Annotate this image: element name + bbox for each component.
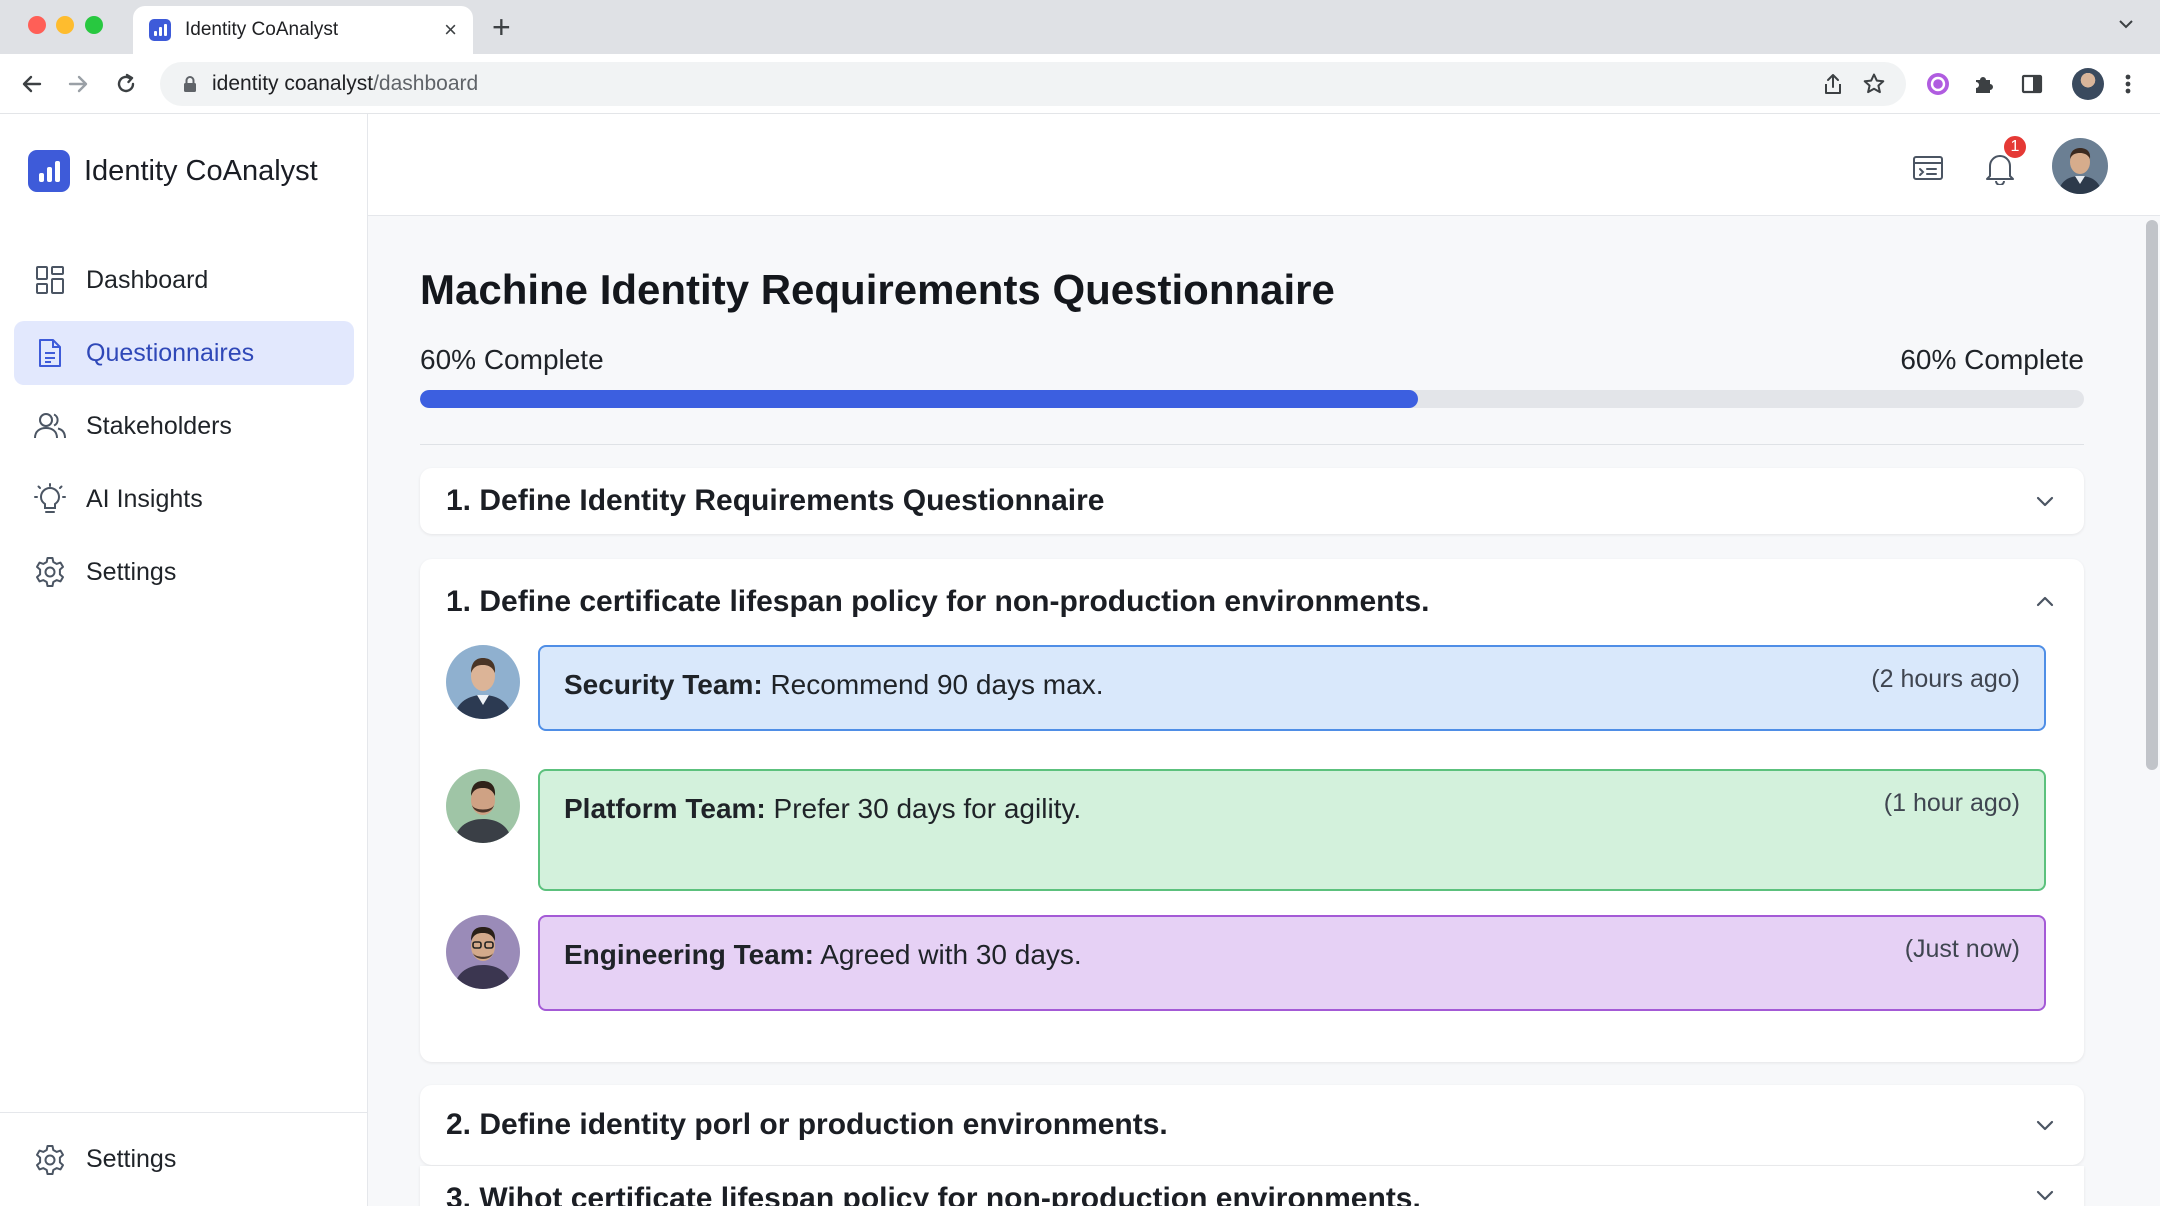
puzzle-extension-icon[interactable] [1968, 68, 2000, 100]
sidebar-footer-settings[interactable]: Settings [0, 1112, 367, 1206]
avatar-platform-team [446, 769, 520, 843]
tab-title: Identity CoAnalyst [185, 19, 339, 40]
section-title: 2. Define identity porl or production en… [446, 1108, 1168, 1141]
comment-bubble-platform: Platform Team: Prefer 30 days for agilit… [538, 769, 2046, 891]
section-panel: 2. Define identity porl or production en… [420, 1085, 2084, 1165]
sidebar-item-ai-insights[interactable]: AI Insights [14, 467, 354, 531]
section-header[interactable]: 1. Define certificate lifespan policy fo… [420, 559, 2084, 645]
grid-icon [34, 264, 66, 296]
comment-item: Platform Team: Prefer 30 days for agilit… [446, 769, 2046, 891]
brand-name: Identity CoAnalyst [84, 154, 318, 187]
bar-chart-icon [149, 19, 171, 41]
extension-circle-icon[interactable] [1922, 68, 1954, 100]
sidebar-item-label: AI Insights [86, 484, 203, 513]
sidebar-item-dashboard[interactable]: Dashboard [14, 248, 354, 312]
section-header[interactable]: 1. Define Identity Requirements Question… [420, 468, 2084, 534]
browser-profile-avatar[interactable] [2072, 68, 2104, 100]
new-tab-button[interactable]: + [492, 10, 511, 44]
chevron-up-icon[interactable] [2032, 589, 2058, 615]
comment-timestamp: (1 hour ago) [1883, 789, 2020, 817]
comment-timestamp: (Just now) [1904, 935, 2020, 963]
bookmark-star-icon[interactable] [1862, 72, 1886, 96]
section-header[interactable]: 3. Wihot certificate lifespan policy for… [420, 1166, 2084, 1206]
sidebar-item-stakeholders[interactable]: Stakeholders [14, 394, 354, 458]
sidebar-item-label: Settings [86, 557, 177, 586]
sidebar-item-label: Dashboard [86, 265, 209, 294]
gear-icon [34, 556, 66, 588]
notification-badge: 1 [2002, 134, 2028, 160]
window-zoom-button[interactable] [85, 16, 103, 34]
comment-bubble-security: Security Team: Recommend 90 days max. (2… [538, 645, 2046, 731]
close-icon[interactable]: × [444, 17, 457, 43]
sidebar-item-label: Questionnaires [86, 338, 255, 367]
comment-text: Agreed with 30 days. [813, 939, 1082, 970]
logo-bar-chart-icon [28, 150, 70, 192]
lock-icon [182, 75, 198, 93]
comment-text: Prefer 30 days for agility. [765, 793, 1082, 824]
share-icon[interactable] [1822, 72, 1844, 96]
brand[interactable]: Identity CoAnalyst [28, 150, 318, 192]
avatar-security-team [446, 645, 520, 719]
side-panel-icon[interactable] [2016, 68, 2048, 100]
browser-toolbar: identity coanalyst/dashboard [0, 54, 2160, 114]
main-content: Machine Identity Requirements Questionna… [368, 216, 2160, 1206]
progress-label-left: 60% Complete [420, 344, 604, 375]
chevron-down-icon[interactable] [2116, 14, 2136, 34]
address-bar[interactable]: identity coanalyst/dashboard [160, 62, 1906, 106]
sidebar-item-label: Stakeholders [86, 411, 232, 440]
section-header[interactable]: 2. Define identity porl or production en… [420, 1085, 2084, 1165]
sidebar-footer-label: Settings [86, 1145, 177, 1173]
users-icon [34, 410, 66, 442]
page-title: Machine Identity Requirements Questionna… [420, 266, 1335, 313]
comment-team: Security Team: [564, 669, 763, 700]
reload-icon[interactable] [110, 68, 142, 100]
gear-icon [34, 1144, 66, 1176]
sidebar-item-questionnaires[interactable]: Questionnaires [14, 321, 354, 385]
lightbulb-icon [34, 483, 66, 515]
progress-label-right: 60% Complete [1900, 344, 2084, 375]
comment-text: Recommend 90 days max. [762, 669, 1104, 700]
browser-tab[interactable]: Identity CoAnalyst × [133, 6, 473, 54]
sidebar-item-settings[interactable]: Settings [14, 540, 354, 604]
progress-bar [420, 390, 2084, 408]
scrollbar-thumb[interactable] [2146, 220, 2158, 770]
progress-bar-fill [420, 390, 1419, 408]
section-title: 1. Define Identity Requirements Question… [446, 484, 1105, 517]
back-arrow-icon[interactable] [16, 68, 48, 100]
window-close-button[interactable] [28, 16, 46, 34]
chevron-down-icon[interactable] [2032, 1112, 2058, 1138]
comment-bubble-engineering: Engineering Team: Agreed with 30 days. (… [538, 915, 2046, 1011]
comment-team: Engineering Team: [564, 939, 814, 970]
comment-item: Security Team: Recommend 90 days max. (2… [446, 645, 2046, 731]
section-title: 1. Define certificate lifespan policy fo… [446, 585, 1430, 618]
app-header: 1 [368, 114, 2160, 216]
avatar-engineering-team [446, 915, 520, 989]
kebab-menu-icon[interactable] [2112, 68, 2144, 100]
window-minimize-button[interactable] [56, 16, 74, 34]
section-title: 3. Wihot certificate lifespan policy for… [446, 1182, 1421, 1206]
comment-timestamp: (2 hours ago) [1871, 665, 2020, 693]
document-icon [34, 337, 66, 369]
forward-arrow-icon[interactable] [62, 68, 94, 100]
sidebar: Identity CoAnalyst Dashboard Questionnai… [0, 114, 368, 1206]
section-panel: 1. Define Identity Requirements Question… [420, 468, 2084, 534]
divider [420, 444, 2084, 445]
url-text: identity coanalyst/dashboard [212, 72, 479, 95]
user-avatar[interactable] [2052, 138, 2108, 194]
sidebar-nav: Dashboard Questionnaires Stakeholders AI… [14, 248, 354, 613]
comment-team: Platform Team: [564, 793, 766, 824]
section-panel-expanded: 1. Define certificate lifespan policy fo… [420, 559, 2084, 1062]
comment-item: Engineering Team: Agreed with 30 days. (… [446, 915, 2046, 1011]
chevron-down-icon[interactable] [2032, 1182, 2058, 1206]
browser-tabstrip: Identity CoAnalyst × + [0, 0, 2160, 54]
section-panel: 3. Wihot certificate lifespan policy for… [420, 1166, 2084, 1206]
bell-icon[interactable]: 1 [1980, 134, 2028, 188]
ticket-card-icon[interactable] [1908, 148, 1948, 188]
chevron-down-icon[interactable] [2032, 488, 2058, 514]
